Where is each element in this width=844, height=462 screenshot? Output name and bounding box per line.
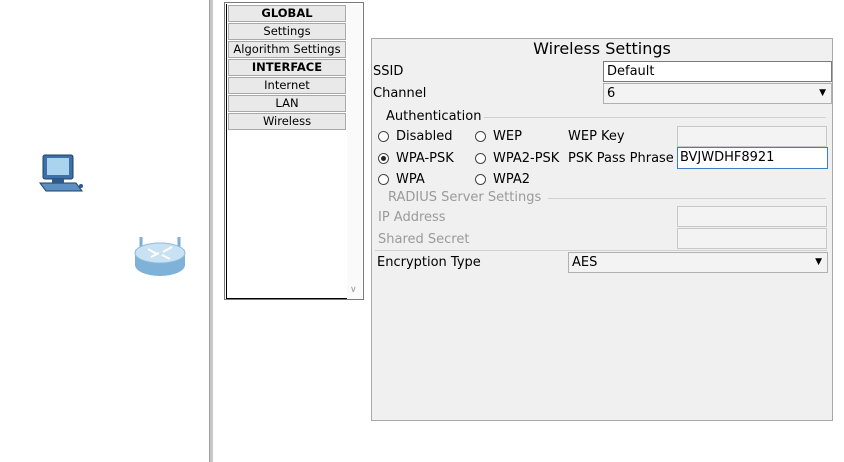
ssid-input[interactable]: Default <box>603 61 832 82</box>
radio-wpa2-psk[interactable] <box>475 153 486 164</box>
wep-key-label: WEP Key <box>568 129 625 144</box>
radio-wpa-label: WPA <box>396 172 425 187</box>
channel-select[interactable]: 6 ▼ <box>603 83 832 104</box>
ssid-label: SSID <box>373 64 404 79</box>
encryption-divider <box>375 250 827 251</box>
radius-group-title: RADIUS Server Settings <box>388 190 542 205</box>
authentication-group-title: Authentication <box>386 109 482 124</box>
radius-group-line <box>548 198 826 199</box>
scroll-down-icon[interactable]: ∨ <box>350 285 357 295</box>
authentication-group-line <box>484 117 826 118</box>
chevron-down-icon: ▼ <box>815 257 822 267</box>
panel-title: Wireless Settings <box>533 39 671 58</box>
chevron-down-icon: ▼ <box>819 88 826 98</box>
radio-wpa-psk[interactable] <box>378 153 389 164</box>
radio-wep-label: WEP <box>493 129 522 144</box>
workspace-divider[interactable] <box>209 0 213 462</box>
nav-item-internet[interactable]: Internet <box>228 77 346 94</box>
encryption-type-value: AES <box>572 255 598 270</box>
topology-workspace <box>0 0 209 462</box>
encryption-type-select[interactable]: AES ▼ <box>568 252 828 273</box>
psk-pass-phrase-label: PSK Pass Phrase <box>568 151 674 166</box>
radio-disabled[interactable] <box>378 131 389 142</box>
radio-wep[interactable] <box>475 131 486 142</box>
psk-pass-phrase-input[interactable]: BVJWDHF8921 <box>677 147 828 169</box>
config-nav-panel: GLOBAL Settings Algorithm Settings INTER… <box>224 2 364 300</box>
nav-item-wireless[interactable]: Wireless <box>228 113 346 130</box>
shared-secret-input <box>677 228 827 249</box>
nav-item-algorithm-settings[interactable]: Algorithm Settings <box>228 41 346 58</box>
wireless-router-icon[interactable] <box>133 233 187 279</box>
channel-label: Channel <box>373 86 427 101</box>
wep-key-input <box>677 126 827 147</box>
ip-address-input <box>677 206 827 227</box>
config-nav-list: GLOBAL Settings Algorithm Settings INTER… <box>226 4 348 299</box>
shared-secret-label: Shared Secret <box>378 232 470 247</box>
nav-item-global[interactable]: GLOBAL <box>228 5 346 22</box>
radio-disabled-label: Disabled <box>396 129 453 144</box>
nav-item-settings[interactable]: Settings <box>228 23 346 40</box>
ip-address-label: IP Address <box>378 210 446 225</box>
radio-wpa[interactable] <box>378 174 389 185</box>
radio-wpa2[interactable] <box>475 174 486 185</box>
nav-item-interface[interactable]: INTERFACE <box>228 59 346 76</box>
pc-icon[interactable] <box>38 153 88 195</box>
encryption-type-label: Encryption Type <box>377 255 481 270</box>
radio-wpa2-label: WPA2 <box>493 172 531 187</box>
channel-value: 6 <box>607 86 616 101</box>
radio-wpa-psk-label: WPA-PSK <box>396 151 454 166</box>
wireless-settings-panel: Wireless Settings SSID Default Channel 6… <box>371 38 833 421</box>
nav-item-lan[interactable]: LAN <box>228 95 346 112</box>
nav-scrollbar[interactable]: ∨ <box>347 4 362 299</box>
radio-wpa2-psk-label: WPA2-PSK <box>493 151 560 166</box>
